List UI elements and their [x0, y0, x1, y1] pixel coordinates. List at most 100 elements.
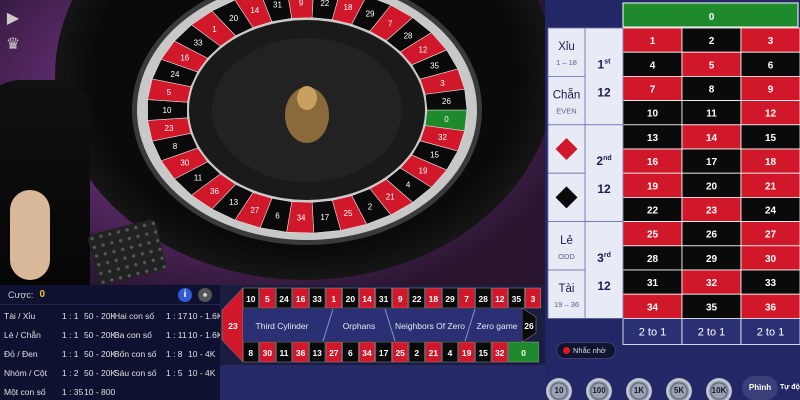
odd-bet-sublabel: ODD — [558, 252, 575, 261]
racetrack-number: 16 — [296, 294, 306, 304]
dozen-value: 12 — [597, 85, 611, 99]
racetrack-number: 23 — [228, 321, 238, 331]
betting-board: 0 1 2 3 4 5 6 7 8 9 10 11 12 13 14 15 16 17 18 19 20 21 22 23 24… — [545, 0, 800, 400]
number-label: 15 — [765, 133, 777, 144]
wheel-pocket-number: 3 — [440, 79, 445, 88]
racetrack-number: 32 — [495, 348, 505, 358]
bet-amount: 0 — [39, 289, 45, 300]
number-label: 8 — [709, 85, 715, 96]
wheel-pocket-number: 29 — [366, 10, 375, 19]
wheel-pocket-number: 25 — [344, 209, 353, 218]
low-bet-sublabel: 1 – 18 — [556, 58, 577, 67]
racetrack-number: 6 — [348, 348, 353, 358]
wheel-pocket-number: 35 — [430, 62, 439, 71]
wheel-pocket-number: 14 — [250, 6, 259, 15]
racetrack-number: 26 — [524, 321, 534, 331]
racetrack-number: 2 — [414, 348, 419, 358]
dozen-value: 12 — [597, 182, 611, 196]
number-label: 7 — [650, 85, 656, 96]
payout-cell: 50 - 20K — [84, 349, 117, 359]
reminder-button[interactable]: Nhắc nhở — [556, 342, 616, 359]
number-label: 4 — [650, 60, 656, 71]
racetrack-number: 11 — [280, 348, 289, 358]
wheel-pocket-number: 12 — [419, 46, 428, 55]
racetrack[interactable]: 10 5 24 16 33 1 20 14 31 9 22 18 29 7 28 12 35 3 8 30 11 36 13… — [220, 285, 545, 365]
bet-info-panel: Cược: 0 i ♠ Tài / Xỉu 1 : 1 50 - 20K Hai co… — [0, 285, 223, 400]
racetrack-number: 13 — [312, 348, 322, 358]
even-bet-label: Chẵn — [553, 89, 581, 102]
racetrack-number: 10 — [246, 294, 256, 304]
wheel-pocket-number: 2 — [368, 202, 373, 211]
autoplay-button[interactable]: Tự độ — [780, 376, 800, 400]
racetrack-number: 35 — [512, 294, 522, 304]
chip-100[interactable]: 100 — [586, 378, 612, 400]
wheel-pocket-number: 21 — [386, 193, 395, 202]
wheel-pocket-number: 31 — [273, 1, 282, 10]
column-bet-label: 2 to 1 — [698, 326, 726, 338]
payout-table: Tài / Xỉu 1 : 1 50 - 20K Hai con số 1 : 17 10… — [0, 305, 223, 400]
racetrack-number: 36 — [296, 348, 306, 358]
wheel-pocket-number: 10 — [163, 106, 172, 115]
dozen-value: 12 — [597, 279, 611, 293]
racetrack-section-label[interactable]: Neighbors Of Zero — [395, 321, 465, 331]
wheel-pocket-number: 11 — [194, 174, 203, 183]
wheel-pocket-number: 32 — [438, 133, 447, 142]
video-icon[interactable]: ▶ — [2, 8, 24, 30]
info-icon[interactable]: i — [178, 287, 192, 302]
racetrack-number: 22 — [412, 294, 422, 304]
chip-1k[interactable]: 1K — [626, 378, 652, 400]
racetrack-number: 14 — [362, 294, 372, 304]
low-bet-label: Xỉu — [558, 41, 575, 53]
payout-cell: 50 - 20K — [84, 311, 117, 321]
chip-10k[interactable]: 10K — [706, 378, 732, 400]
payout-cell: 1 : 1 — [62, 349, 79, 359]
number-label: 13 — [647, 133, 659, 144]
number-label: 20 — [706, 181, 718, 192]
wheel-pocket-number: 1 — [212, 25, 217, 34]
payout-cell: 50 - 20K — [84, 330, 117, 340]
column-bet-label: 2 to 1 — [639, 326, 667, 338]
crown-icon[interactable]: ♛ — [2, 34, 24, 56]
wheel-pocket-number: 7 — [388, 19, 393, 28]
column-bet-label: 2 to 1 — [757, 326, 785, 338]
racetrack-section-label[interactable]: Zero game — [476, 321, 517, 331]
wheel-pocket-number: 17 — [320, 213, 329, 222]
number-label: 31 — [647, 278, 659, 289]
racetrack-number: 3 — [531, 294, 536, 304]
racetrack-section-label[interactable]: Orphans — [343, 321, 376, 331]
wheel-pocket-number: 20 — [229, 14, 238, 23]
racetrack-number: 9 — [398, 294, 403, 304]
racetrack-number: 8 — [248, 348, 253, 358]
number-label: 2 — [709, 36, 715, 47]
dozen-cell[interactable] — [584, 124, 624, 223]
payout-cell: Nhóm / Cột — [4, 368, 47, 378]
chip-10[interactable]: 10 — [546, 378, 572, 400]
high-bet-label: Tài — [559, 283, 575, 295]
chip-5k[interactable]: 5K — [666, 378, 692, 400]
dealer-arm — [10, 190, 50, 280]
payout-cell: Hai con số — [114, 311, 155, 321]
number-label: 21 — [765, 181, 777, 192]
record-dot-icon — [563, 347, 570, 354]
racetrack-number: 4 — [448, 348, 453, 358]
payout-cell: 1 : 17 — [166, 311, 188, 321]
dozen-cell[interactable] — [584, 27, 624, 126]
double-button[interactable]: Phình — [742, 376, 778, 400]
racetrack-section-label[interactable]: Third Cylinder — [256, 321, 309, 331]
payout-cell: 1 : 1 — [62, 311, 79, 321]
odd-bet-label: Lẻ — [560, 235, 573, 247]
racetrack-number: 21 — [429, 348, 439, 358]
wheel-pocket-number: 30 — [180, 159, 189, 168]
number-label: 28 — [647, 254, 659, 265]
payout-cell: 10 - 800 — [84, 387, 116, 397]
wheel-pocket-number: 18 — [344, 3, 353, 12]
payout-cell — [114, 383, 166, 400]
number-label: 27 — [765, 230, 777, 241]
racetrack-number: 31 — [379, 294, 389, 304]
turret-knob — [297, 86, 317, 110]
spade-icon[interactable]: ♠ — [198, 287, 212, 302]
dozen-cell[interactable] — [584, 221, 624, 319]
number-label: 16 — [647, 157, 659, 168]
wheel-pocket-number: 0 — [444, 115, 449, 124]
payout-cell: 1 : 5 — [166, 368, 183, 378]
